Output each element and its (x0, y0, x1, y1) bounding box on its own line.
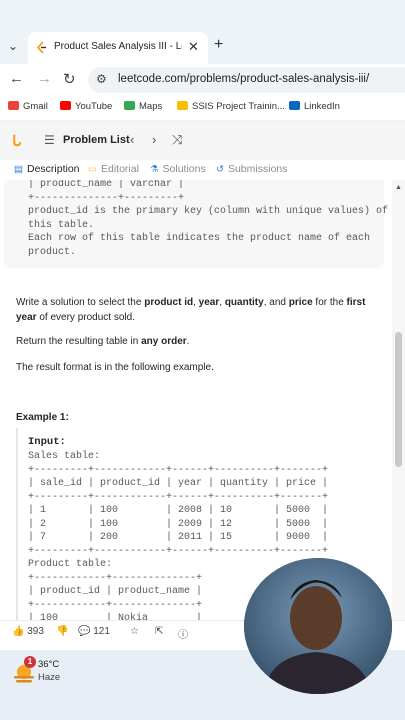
notification-badge: 1 (24, 656, 36, 668)
thumbs-down-icon: 👎 (56, 626, 69, 637)
bookmark-ssis[interactable]: SSIS Project Trainin... (177, 101, 285, 112)
next-problem-icon[interactable]: › (152, 132, 156, 147)
tab-editorial[interactable]: ▭ Editorial (88, 163, 139, 175)
back-icon[interactable]: ← (9, 70, 24, 87)
site-info-icon[interactable]: ⚙ (96, 72, 107, 86)
tab-title: Product Sales Analysis III - Leet (54, 41, 182, 52)
submissions-icon: ↺ (216, 164, 224, 175)
tab-description[interactable]: ▤ Description (14, 163, 80, 175)
drive-icon (177, 101, 188, 110)
editorial-icon: ▭ (88, 164, 97, 175)
share-button[interactable]: ⇱ (155, 626, 163, 637)
youtube-icon (60, 101, 71, 110)
schema-code-block: | product_name | varchar | +------------… (4, 180, 388, 268)
forward-icon[interactable]: → (37, 70, 52, 87)
browser-chrome: ⌄ Product Sales Analysis III - Leet ✕ + … (0, 0, 405, 130)
leetcode-logo-icon[interactable]: ᒐ (12, 132, 21, 150)
bookmark-gmail[interactable]: Gmail (8, 101, 48, 112)
scroll-up-icon[interactable]: ▲ (395, 184, 402, 191)
leetcode-header: ᒐ ☰ Problem List ‹ › ⤨ (0, 122, 405, 160)
dislike-button[interactable]: 👎 (56, 626, 68, 637)
prev-problem-icon[interactable]: ‹ (130, 132, 134, 147)
bookmark-linkedin[interactable]: LinkedIn (289, 101, 340, 112)
like-button[interactable]: 👍 393 (12, 626, 44, 637)
problem-list-link[interactable]: Problem List (63, 134, 130, 146)
tab-solutions[interactable]: ⚗ Solutions (150, 163, 206, 175)
comment-icon: 💬 (78, 626, 91, 637)
browser-tab[interactable]: Product Sales Analysis III - Leet ✕ (28, 32, 208, 64)
share-icon: ⇱ (155, 626, 164, 637)
maps-icon (124, 101, 135, 110)
help-icon: ⓘ (178, 630, 188, 641)
comments-button[interactable]: 💬 121 (78, 626, 110, 637)
tab-close-icon[interactable]: ✕ (188, 39, 199, 55)
problem-description: | product_name | varchar | +------------… (0, 180, 392, 620)
tab-search-chevron-icon[interactable]: ⌄ (8, 39, 18, 53)
star-icon: ☆ (130, 626, 139, 637)
solutions-icon: ⚗ (150, 164, 159, 175)
reload-icon[interactable]: ↻ (63, 70, 76, 88)
url-text: leetcode.com/problems/product-sales-anal… (118, 73, 370, 85)
tab-strip: ⌄ Product Sales Analysis III - Leet ✕ + (0, 30, 405, 64)
schema-text: | product_name | varchar | +------------… (28, 180, 389, 258)
bookmark-youtube[interactable]: YouTube (60, 101, 112, 112)
linkedin-icon (289, 101, 300, 110)
format-paragraph: The result format is in the following ex… (16, 362, 214, 373)
address-bar[interactable]: ⚙ leetcode.com/problems/product-sales-an… (88, 67, 405, 93)
new-tab-icon[interactable]: + (214, 36, 223, 54)
problem-tabs: ▤ Description ▭ Editorial ⚗ Solutions ↺ Subm… (0, 160, 405, 180)
input-label: Input: (28, 436, 66, 448)
presenter-video-icon (244, 558, 392, 694)
leetcode-favicon-icon (36, 41, 46, 54)
order-paragraph: Return the resulting table in any order. (16, 336, 190, 347)
weather-condition-text: Haze (38, 672, 61, 683)
shuffle-icon[interactable]: ⤨ (172, 132, 182, 148)
gmail-icon (8, 101, 19, 110)
list-icon[interactable]: ☰ (44, 133, 55, 147)
bookmarks-bar: Gmail YouTube Maps SSIS Project Trainin.… (0, 96, 405, 120)
description-icon: ▤ (14, 164, 23, 175)
temperature-text: 36°C (38, 659, 60, 670)
bookmark-maps[interactable]: Maps (124, 101, 162, 112)
tab-submissions[interactable]: ↺ Submissions (216, 163, 288, 175)
navigation-bar: ← → ↻ ⚙ leetcode.com/problems/product-sa… (0, 64, 405, 96)
favorite-button[interactable]: ☆ (130, 626, 139, 637)
thumbs-up-icon: 👍 (12, 626, 25, 637)
task-paragraph: Write a solution to select the product i… (16, 297, 366, 323)
example-title: Example 1: (16, 412, 69, 423)
help-button[interactable]: ⓘ (178, 626, 188, 641)
scrollbar-thumb[interactable] (395, 332, 402, 467)
scrollbar[interactable]: ▲ (392, 180, 405, 620)
webcam-overlay (244, 558, 392, 694)
